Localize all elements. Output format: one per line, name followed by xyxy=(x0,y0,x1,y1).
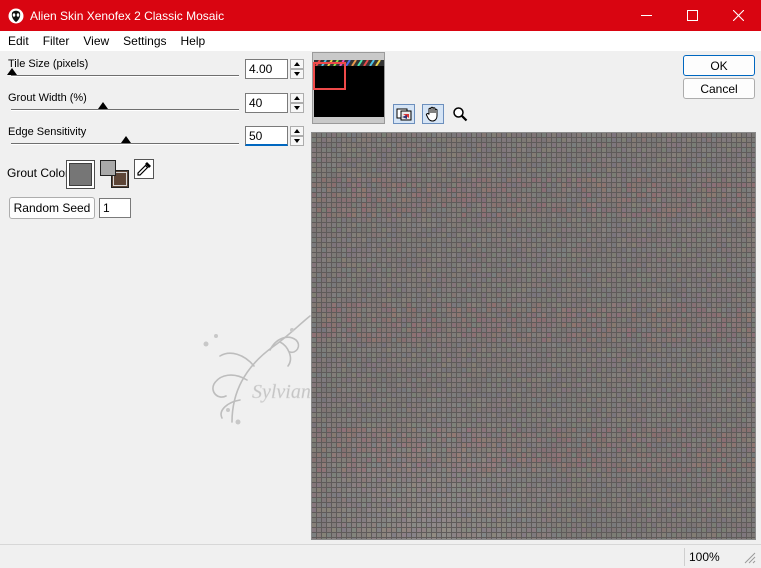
foreground-color-swatch[interactable] xyxy=(100,160,116,176)
maximize-icon xyxy=(686,10,698,21)
zoom-level: 100% xyxy=(689,550,720,564)
ok-button-label: OK xyxy=(710,58,728,73)
grout-color-swatch[interactable] xyxy=(66,160,95,189)
arrow-down-icon xyxy=(294,106,300,110)
window-title: Alien Skin Xenofex 2 Classic Mosaic xyxy=(30,8,225,23)
grout-width-increment-button[interactable] xyxy=(290,93,304,103)
grout-width-slider[interactable] xyxy=(11,102,239,112)
grout-width-label: Grout Width (%) xyxy=(8,92,87,104)
tile-size-slider-thumb[interactable] xyxy=(7,68,17,75)
alien-skin-app-icon[interactable] xyxy=(8,8,24,24)
close-button[interactable] xyxy=(715,0,761,31)
menu-settings[interactable]: Settings xyxy=(116,34,173,48)
hand-tool-button[interactable] xyxy=(422,104,444,124)
tile-size-input[interactable]: 4.00 xyxy=(245,59,288,79)
magnifier-icon xyxy=(453,107,468,122)
maximize-button[interactable] xyxy=(669,0,715,31)
tile-size-increment-button[interactable] xyxy=(290,59,304,69)
before-after-icon xyxy=(396,108,412,121)
menu-help[interactable]: Help xyxy=(174,34,213,48)
arrow-down-icon xyxy=(294,139,300,143)
menu-filter[interactable]: Filter xyxy=(36,34,77,48)
mosaic-preview-image xyxy=(312,133,755,539)
edge-sensitivity-increment-button[interactable] xyxy=(290,126,304,136)
arrow-down-icon xyxy=(294,72,300,76)
edge-sensitivity-slider-thumb[interactable] xyxy=(121,136,131,143)
grout-color-label: Grout Color xyxy=(7,166,70,180)
status-bar: 100% xyxy=(0,544,761,568)
grout-width-spinner[interactable] xyxy=(290,93,304,113)
edge-sensitivity-spinner[interactable] xyxy=(290,126,304,146)
hand-icon xyxy=(425,106,438,122)
menu-edit[interactable]: Edit xyxy=(0,34,36,48)
edge-sensitivity-input[interactable]: 50 xyxy=(245,126,288,146)
tile-size-spinner[interactable] xyxy=(290,59,304,79)
eyedropper-icon xyxy=(137,162,151,176)
preview-canvas[interactable] xyxy=(311,132,756,540)
zoom-tool-button[interactable] xyxy=(449,104,471,124)
arrow-up-icon xyxy=(294,96,300,100)
grout-color-fill xyxy=(69,163,92,186)
minimize-icon xyxy=(640,15,652,16)
edge-sensitivity-label: Edge Sensitivity xyxy=(8,126,87,138)
resize-grip-icon[interactable] xyxy=(744,552,756,564)
cancel-button[interactable]: Cancel xyxy=(683,78,755,99)
cancel-button-label: Cancel xyxy=(700,81,738,96)
close-icon xyxy=(732,10,744,21)
before-after-button[interactable] xyxy=(393,104,415,124)
menu-view[interactable]: View xyxy=(76,34,116,48)
ok-button[interactable]: OK xyxy=(683,55,755,76)
random-seed-button-label: Random Seed xyxy=(13,201,91,215)
menu-bar: Edit Filter View Settings Help xyxy=(0,31,761,51)
eyedropper-button[interactable] xyxy=(134,159,154,179)
grout-width-input[interactable]: 40 xyxy=(245,93,288,113)
random-seed-button[interactable]: Random Seed xyxy=(9,197,95,219)
arrow-up-icon xyxy=(294,129,300,133)
grout-width-slider-thumb[interactable] xyxy=(98,102,109,109)
grout-width-decrement-button[interactable] xyxy=(290,103,304,113)
tile-size-label: Tile Size (pixels) xyxy=(8,58,89,70)
navigator-viewport-rect[interactable] xyxy=(313,62,346,90)
edge-sensitivity-decrement-button[interactable] xyxy=(290,136,304,146)
arrow-up-icon xyxy=(294,62,300,66)
minimize-button[interactable] xyxy=(623,0,669,31)
title-bar: Alien Skin Xenofex 2 Classic Mosaic xyxy=(0,0,761,31)
random-seed-input[interactable]: 1 xyxy=(99,198,131,218)
status-separator xyxy=(684,548,685,566)
navigator-thumbnail[interactable] xyxy=(312,52,385,124)
tile-size-slider[interactable] xyxy=(7,68,239,78)
watermark-text: Sylviane xyxy=(252,381,320,403)
edge-sensitivity-slider[interactable] xyxy=(11,136,239,146)
tile-size-decrement-button[interactable] xyxy=(290,69,304,79)
